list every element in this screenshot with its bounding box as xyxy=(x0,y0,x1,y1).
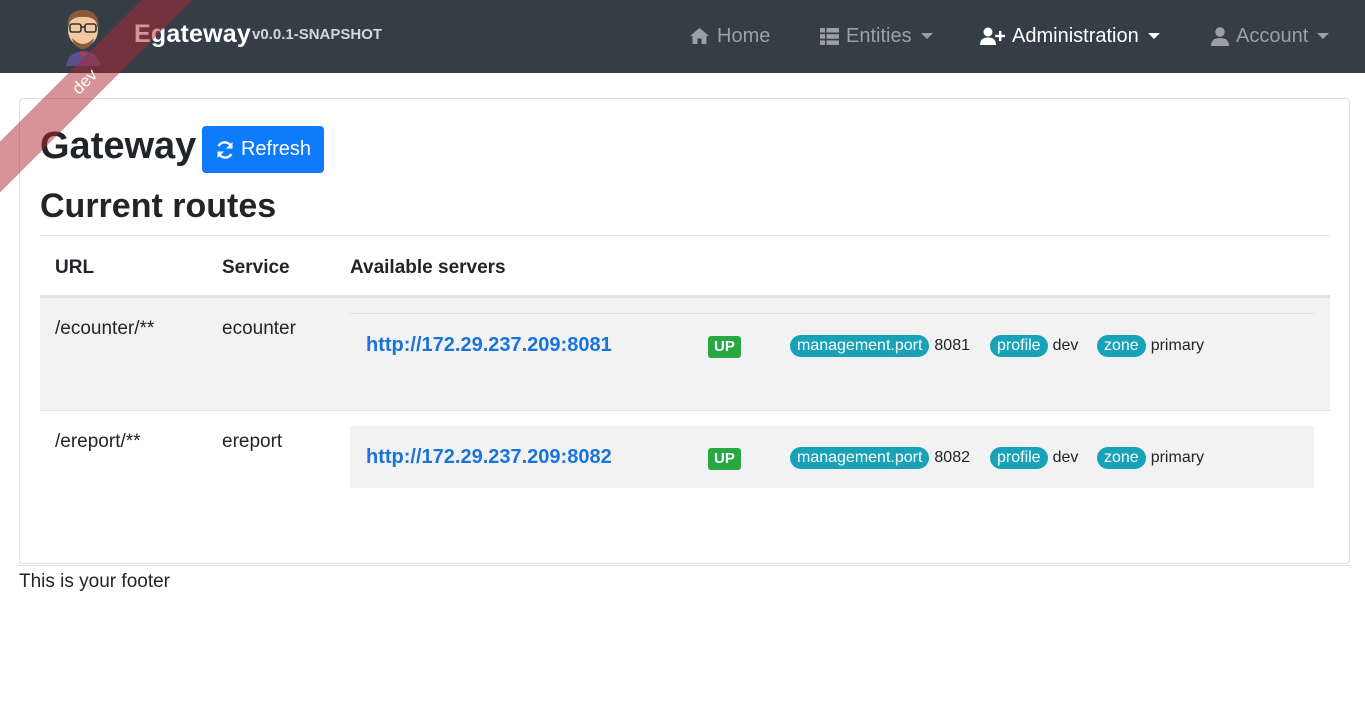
status-badge: UP xyxy=(708,336,741,358)
page-title: Gateway xyxy=(40,125,197,167)
gateway-card: Gateway Refresh Current routes URL Servi… xyxy=(19,98,1350,564)
column-header-service: Service xyxy=(222,257,290,278)
chevron-down-icon xyxy=(1147,33,1160,39)
brand-title[interactable]: Egateway xyxy=(134,20,251,49)
table-header: URL Service Available servers xyxy=(40,236,1330,297)
home-icon xyxy=(690,28,709,44)
table-row: /ecounter/** ecounter http://172.29.237.… xyxy=(40,297,1330,410)
refresh-button[interactable]: Refresh xyxy=(202,126,324,173)
route-url: /ecounter/** xyxy=(55,318,155,339)
nav-account-label: Account xyxy=(1236,24,1309,47)
routes-table: URL Service Available servers /ecounter/… xyxy=(40,236,1330,523)
metadata-value: 8081 xyxy=(934,337,970,354)
metadata-value: dev xyxy=(1052,337,1079,354)
metadata-key-badge: management.port xyxy=(790,335,930,357)
metadata-key-badge: profile xyxy=(990,447,1048,469)
nav-entities-dropdown[interactable]: Entities xyxy=(820,22,933,50)
server-entry: http://172.29.237.209:8082 UP management… xyxy=(350,426,1314,488)
route-service: ereport xyxy=(222,431,283,452)
user-plus-icon xyxy=(980,27,1005,45)
nav-account-dropdown[interactable]: Account xyxy=(1211,22,1330,50)
metadata-key-badge: management.port xyxy=(790,447,930,469)
metadata-value: primary xyxy=(1150,449,1205,466)
server-link[interactable]: http://172.29.237.209:8082 xyxy=(366,446,612,469)
section-title: Current routes xyxy=(40,187,277,225)
nav-home-label: Home xyxy=(717,24,771,47)
top-navbar: Egateway v0.0.1-SNAPSHOT Home Entities A… xyxy=(0,0,1365,73)
metadata-value: primary xyxy=(1150,337,1205,354)
metadata-zone: zone primary xyxy=(1097,335,1204,357)
nav-administration-dropdown[interactable]: Administration xyxy=(980,22,1160,50)
table-list-icon xyxy=(820,27,839,45)
metadata-management-port: management.port 8081 xyxy=(790,335,970,357)
user-icon xyxy=(1211,26,1229,46)
column-header-available-servers: Available servers xyxy=(350,257,506,278)
metadata-key-badge: profile xyxy=(990,335,1048,357)
brand-version: v0.0.1-SNAPSHOT xyxy=(252,26,383,43)
metadata-zone: zone primary xyxy=(1097,447,1204,469)
table-row: /ereport/** ereport http://172.29.237.20… xyxy=(40,410,1330,523)
nav-entities-label: Entities xyxy=(846,24,912,47)
route-url: /ereport/** xyxy=(55,431,141,452)
metadata-profile: profile dev xyxy=(990,335,1078,357)
status-badge: UP xyxy=(708,448,741,470)
chevron-down-icon xyxy=(920,33,933,39)
refresh-button-label: Refresh xyxy=(240,138,312,160)
route-service: ecounter xyxy=(222,318,296,339)
metadata-profile: profile dev xyxy=(990,447,1078,469)
avatar-logo-icon[interactable] xyxy=(58,4,108,66)
footer-text: This is your footer xyxy=(19,571,170,592)
footer-divider xyxy=(19,565,1350,566)
nav-home[interactable]: Home xyxy=(689,22,770,50)
metadata-value: dev xyxy=(1052,449,1079,466)
metadata-key-badge: zone xyxy=(1097,335,1146,357)
chevron-down-icon xyxy=(1317,33,1330,39)
refresh-icon xyxy=(217,140,233,159)
metadata-management-port: management.port 8082 xyxy=(790,447,970,469)
column-header-url: URL xyxy=(55,257,95,278)
server-link[interactable]: http://172.29.237.209:8081 xyxy=(366,334,612,357)
server-entry: http://172.29.237.209:8081 UP management… xyxy=(350,313,1314,375)
metadata-value: 8082 xyxy=(934,449,970,466)
metadata-key-badge: zone xyxy=(1097,447,1146,469)
nav-administration-label: Administration xyxy=(1012,24,1139,47)
